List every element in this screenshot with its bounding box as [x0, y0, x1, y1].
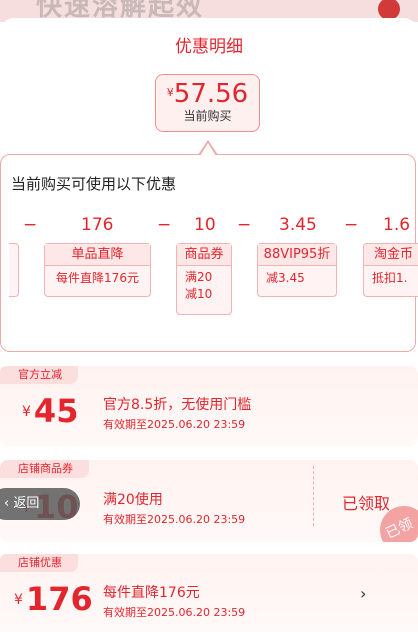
chip-desc: 抵扣1.	[372, 271, 408, 285]
chip-desc: 减3.45	[266, 271, 305, 285]
minus-sign: −	[23, 215, 38, 235]
price-currency: ¥	[166, 86, 174, 99]
equation-value: 1.6	[383, 215, 411, 235]
back-button[interactable]: ‹ 返回	[0, 488, 80, 520]
equation-value: 10	[194, 215, 216, 235]
discount-chip[interactable]: 88VIP95折 减3.45	[257, 243, 337, 297]
currency-symbol: ¥	[14, 592, 23, 608]
bar-chart-icon[interactable]	[378, 0, 400, 20]
equation-value: 3.45	[279, 215, 317, 235]
sheet-title: 优惠明细	[175, 37, 243, 57]
discount-chip[interactable]: 单品直降 每件直降176元	[44, 243, 151, 297]
discount-amount: ¥45	[22, 392, 78, 430]
chip-label: 淘金币	[364, 244, 418, 266]
back-label: 返回	[13, 496, 40, 511]
validity-text: 有效期至2025.06.20 23:59	[103, 513, 246, 526]
chip-label: 商品券	[177, 244, 231, 266]
pointer-arrow-fill	[200, 143, 216, 156]
amount-value: 45	[33, 392, 79, 430]
equation-value: 176	[81, 215, 114, 235]
section-tag: 店铺优惠	[0, 554, 78, 572]
discount-chip[interactable]: 淘金币 抵扣1.	[363, 243, 418, 297]
chip-label: 单品直降	[45, 244, 150, 266]
discount-chip[interactable]: 商品券 满20减10	[176, 243, 232, 315]
amount-value: 176	[25, 580, 93, 618]
discount-description: 官方8.5折，无使用门槛	[103, 397, 252, 413]
discount-amount: ¥176	[14, 580, 93, 618]
chip-label: 88VIP95折	[258, 244, 336, 266]
current-price-box: ¥57.56 当前购买	[155, 74, 260, 132]
card-heading: 当前购买可使用以下优惠	[11, 175, 177, 193]
currency-symbol: ¥	[22, 404, 31, 420]
price-amount: 57.56	[173, 79, 249, 109]
minus-sign: −	[157, 215, 172, 235]
divider	[313, 466, 314, 526]
stamp-text: 已领	[383, 515, 416, 542]
validity-text: 有效期至2025.06.20 23:59	[103, 606, 246, 619]
minus-sign: −	[344, 215, 359, 235]
minus-sign: −	[237, 215, 252, 235]
section-tag: 官方立减	[0, 366, 78, 384]
discount-chip-partial[interactable]	[9, 243, 19, 297]
available-discounts-card: 当前购买可使用以下优惠 − 176 − 10 − 3.45 − 1.6 单品直降…	[0, 154, 418, 352]
claimed-status: 已领取	[342, 494, 391, 513]
section-tag: 店铺商品券	[0, 460, 89, 478]
validity-text: 有效期至2025.06.20 23:59	[103, 418, 246, 431]
discount-description: 每件直降176元	[103, 585, 200, 601]
discount-description: 满20使用	[103, 492, 163, 508]
chip-desc: 每件直降176元	[56, 271, 139, 285]
official-discount-section: 官方立减 ¥45 官方8.5折，无使用门槛 有效期至2025.06.20 23:…	[0, 366, 418, 446]
store-offer-section[interactable]: 店铺优惠 ¥176 每件直降176元 有效期至2025.06.20 23:59	[0, 554, 418, 632]
chevron-right-icon[interactable]: ›	[360, 584, 366, 603]
chip-desc: 满20减10	[185, 270, 213, 301]
